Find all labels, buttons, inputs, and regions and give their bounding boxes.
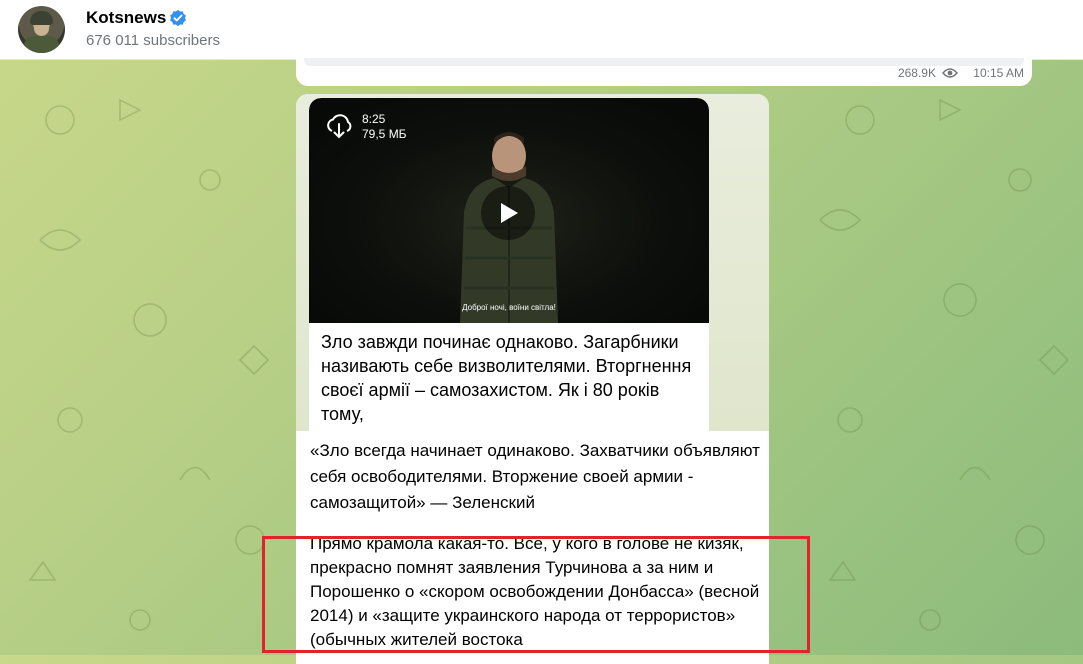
message-bubble: 8:25 79,5 МБ Доброї ночі, воїни світла! … <box>296 94 769 664</box>
play-icon <box>501 203 518 223</box>
channel-name[interactable]: Kotsnews <box>86 8 166 28</box>
translation-text: «Зло всегда начинает одинаково. Захватчи… <box>310 441 760 512</box>
channel-header[interactable]: Kotsnews 676 011 subscribers <box>0 0 1083 60</box>
video-player[interactable]: 8:25 79,5 МБ Доброї ночі, воїни світла! <box>309 98 709 323</box>
play-button[interactable] <box>481 186 535 240</box>
message-time: 10:15 AM <box>973 66 1024 80</box>
quote-card-inner: 8:25 79,5 МБ Доброї ночі, воїни світла! … <box>309 98 709 438</box>
comment-text: Прямо крамола какая-то. Все, у кого в го… <box>310 534 760 649</box>
eye-icon <box>942 68 958 78</box>
download-icon[interactable] <box>324 112 354 142</box>
verified-icon <box>170 9 186 27</box>
forwarded-quote-card: 8:25 79,5 МБ Доброї ночі, воїни світла! … <box>296 94 769 438</box>
video-file-size: 79,5 МБ <box>362 127 407 141</box>
quoted-post-text: Зло завжди починає однаково. Загарбники … <box>321 332 692 424</box>
video-subtitle: Доброї ночі, воїни світла! <box>462 303 556 312</box>
channel-avatar[interactable] <box>18 6 65 53</box>
video-duration: 8:25 <box>362 112 386 126</box>
subscriber-count: 676 011 subscribers <box>86 32 220 49</box>
previous-message-bubble: 268.9K 10:15 AM <box>296 58 1032 86</box>
view-count: 268.9K <box>897 66 936 80</box>
